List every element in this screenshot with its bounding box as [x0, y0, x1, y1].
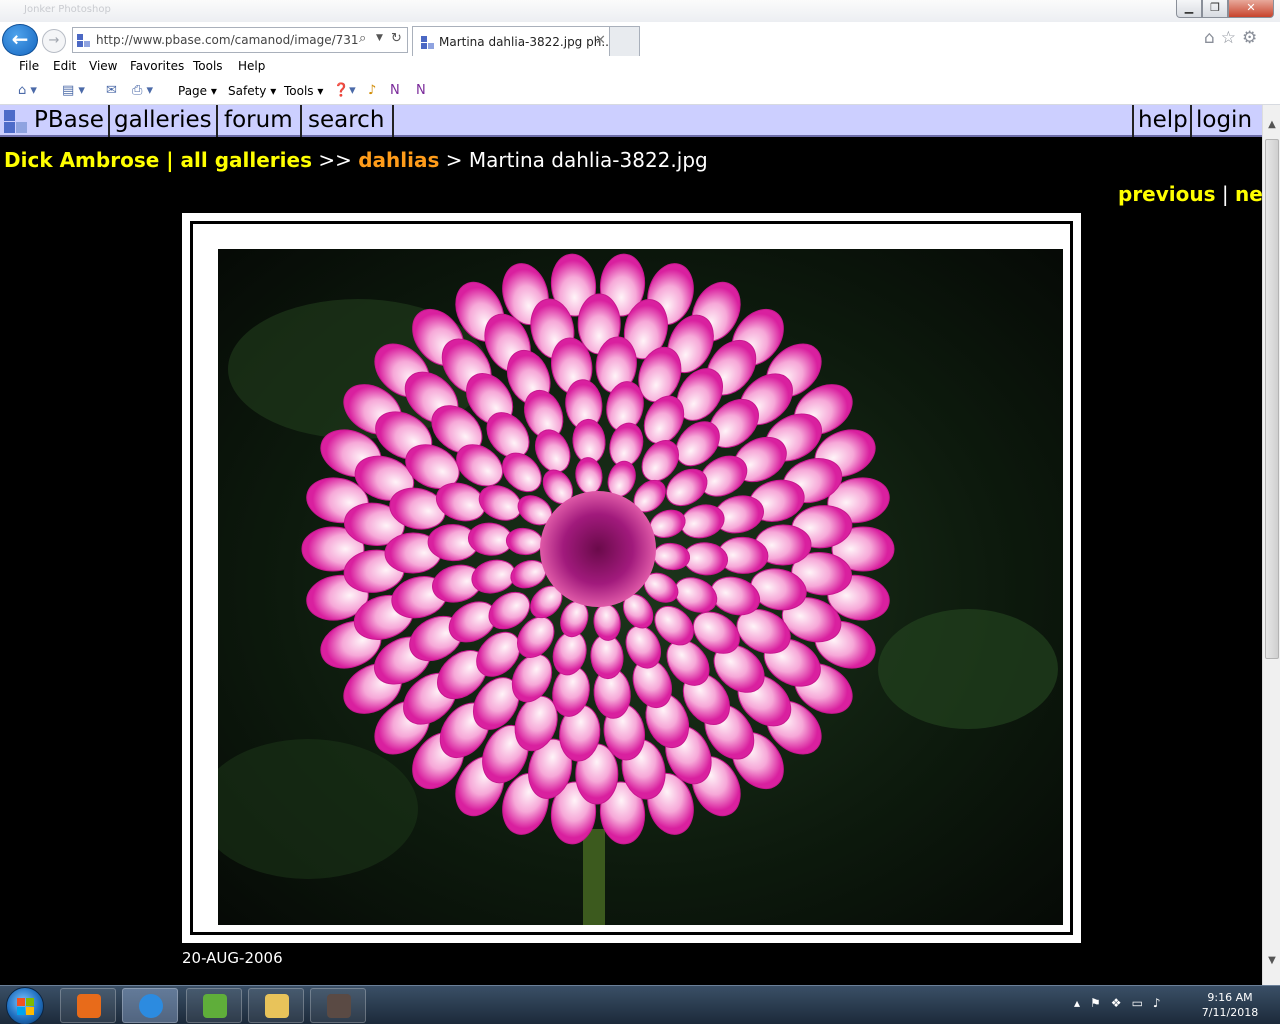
minimize-button[interactable]: ▁ [1176, 0, 1202, 18]
folder-icon [265, 994, 289, 1018]
nav-forum[interactable]: forum [220, 105, 302, 137]
start-button[interactable] [6, 987, 44, 1024]
scroll-down-icon[interactable]: ▼ [1263, 955, 1280, 971]
internet-explorer-icon [139, 994, 163, 1018]
research-icon[interactable]: ♪ [368, 83, 376, 98]
pbase-logo-link[interactable]: PBase [0, 105, 110, 137]
nav-galleries[interactable]: galleries [110, 105, 218, 137]
breadcrumb-separator: | [159, 148, 181, 172]
pbase-nav-bar: PBase galleries forum search help login [0, 105, 1262, 137]
menu-tools[interactable]: Tools [193, 59, 223, 73]
settings-gear-icon[interactable]: ⚙ [1242, 28, 1263, 48]
address-bar[interactable]: http://www.pbase.com/camanod/image/73145… [72, 27, 408, 53]
maximize-button[interactable]: ❐ [1202, 0, 1228, 18]
home-icon[interactable]: ⌂ [1204, 28, 1221, 48]
tab-title: Martina dahlia-3822.jpg ph... [439, 35, 613, 49]
menu-help[interactable]: Help [238, 59, 265, 73]
taskbar-messenger[interactable] [186, 988, 242, 1023]
network-icon[interactable]: ▭ [1132, 996, 1153, 1010]
nav-help[interactable]: help [1132, 105, 1192, 137]
dahlia-photo[interactable] [218, 249, 1063, 925]
menu-bar: File Edit View Favorites Tools Help [0, 56, 1280, 78]
forward-button[interactable]: → [42, 29, 66, 53]
browser-right-icons: ⌂☆⚙ [1204, 28, 1263, 48]
pager-separator: | [1215, 182, 1235, 206]
media-player-icon [77, 994, 101, 1018]
eye-app-icon [327, 994, 351, 1018]
previous-link[interactable]: previous [1118, 182, 1216, 206]
refresh-icon[interactable]: ↻ [391, 31, 402, 46]
onenote-icon[interactable]: N [390, 83, 400, 98]
taskbar-explorer[interactable] [248, 988, 304, 1023]
home-icon[interactable]: ⌂ ▾ [18, 83, 37, 98]
window-titlebar: Jonker Photoshop ▁ ❐ ✕ [0, 0, 1280, 22]
pbase-logo-icon [4, 110, 30, 134]
page-menu[interactable]: Page ▾ [178, 84, 217, 98]
dahlia-center [540, 491, 656, 607]
command-bar: ⌂ ▾ ▤ ▾ ✉ ⎙ ▾ Page ▾ Safety ▾ Tools ▾ ❓▾… [0, 78, 1280, 105]
breadcrumb-separator: >> [311, 148, 359, 172]
menu-file[interactable]: File [19, 59, 39, 73]
menu-view[interactable]: View [89, 59, 117, 73]
dahlia-image [218, 249, 1063, 925]
photo-frame [182, 213, 1081, 943]
photo-border-outer [190, 221, 1073, 935]
windows-taskbar: ▴⚑❖▭♪ 9:16 AM 7/11/2018 [0, 985, 1280, 1024]
search-icon[interactable]: ⌕ [359, 31, 366, 46]
onenote-linked-icon[interactable]: N [416, 83, 426, 98]
vertical-scrollbar[interactable]: ▲ ▼ [1262, 105, 1280, 985]
mail-icon[interactable]: ✉ [106, 83, 117, 98]
feeds-icon[interactable]: ▤ ▾ [62, 83, 85, 98]
photo-border-inner [200, 231, 1063, 925]
messenger-icon [203, 994, 227, 1018]
action-center-flag-icon[interactable]: ⚑ [1090, 996, 1111, 1010]
tab-favicon-icon [421, 36, 435, 50]
print-icon[interactable]: ⎙ ▾ [132, 83, 153, 98]
taskbar-photo-app[interactable] [310, 988, 366, 1023]
safety-menu[interactable]: Safety ▾ [228, 84, 276, 98]
dropbox-icon[interactable]: ❖ [1111, 996, 1132, 1010]
tab-active[interactable]: Martina dahlia-3822.jpg ph... ✕ [412, 26, 613, 56]
close-button[interactable]: ✕ [1228, 0, 1274, 18]
tools-menu[interactable]: Tools ▾ [284, 84, 323, 98]
nav-login[interactable]: login [1192, 105, 1262, 137]
back-button[interactable]: ← [2, 24, 38, 56]
tab-close-icon[interactable]: ✕ [595, 33, 606, 48]
menu-edit[interactable]: Edit [53, 59, 76, 73]
scroll-up-icon[interactable]: ▲ [1263, 119, 1280, 135]
menu-favorites[interactable]: Favorites [130, 59, 184, 73]
url-text[interactable]: http://www.pbase.com/camanod/image/73145… [96, 33, 358, 47]
taskbar-media-player[interactable] [60, 988, 116, 1023]
help-icon[interactable]: ❓▾ [333, 83, 356, 98]
page-content: Dick Ambrose | all galleries >> dahlias … [0, 139, 1280, 985]
pbase-logo-text: PBase [34, 107, 104, 133]
breadcrumb-user-link[interactable]: Dick Ambrose [4, 148, 159, 172]
window-title: Jonker Photoshop [24, 4, 111, 15]
volume-muted-icon[interactable]: ♪ [1153, 996, 1171, 1010]
tray-expand-icon[interactable]: ▴ [1074, 996, 1090, 1010]
nav-search[interactable]: search [304, 105, 394, 137]
taskbar-clock[interactable]: 9:16 AM 7/11/2018 [1198, 990, 1262, 1020]
pbase-favicon-icon [77, 34, 91, 48]
clock-time: 9:16 AM [1207, 991, 1253, 1004]
clock-date: 7/11/2018 [1201, 1006, 1259, 1019]
breadcrumb-gallery-link[interactable]: dahlias [358, 148, 439, 172]
breadcrumb-all-galleries-link[interactable]: all galleries [181, 148, 312, 172]
system-tray: ▴⚑❖▭♪ [1074, 996, 1171, 1010]
photo-date: 20-AUG-2006 [182, 949, 283, 967]
breadcrumb-current: Martina dahlia-3822.jpg [468, 148, 708, 172]
scroll-thumb[interactable] [1265, 139, 1279, 659]
image-pager: previous | next [1118, 182, 1280, 206]
address-dropdown-icon[interactable]: ▼ [376, 33, 383, 43]
new-tab-button[interactable] [610, 26, 640, 56]
breadcrumb-separator: > [439, 148, 469, 172]
browser-nav-row: ← → http://www.pbase.com/camanod/image/7… [0, 22, 1280, 56]
taskbar-internet-explorer[interactable] [122, 988, 178, 1023]
favorites-star-icon[interactable]: ☆ [1221, 28, 1242, 48]
breadcrumb: Dick Ambrose | all galleries >> dahlias … [4, 148, 708, 172]
